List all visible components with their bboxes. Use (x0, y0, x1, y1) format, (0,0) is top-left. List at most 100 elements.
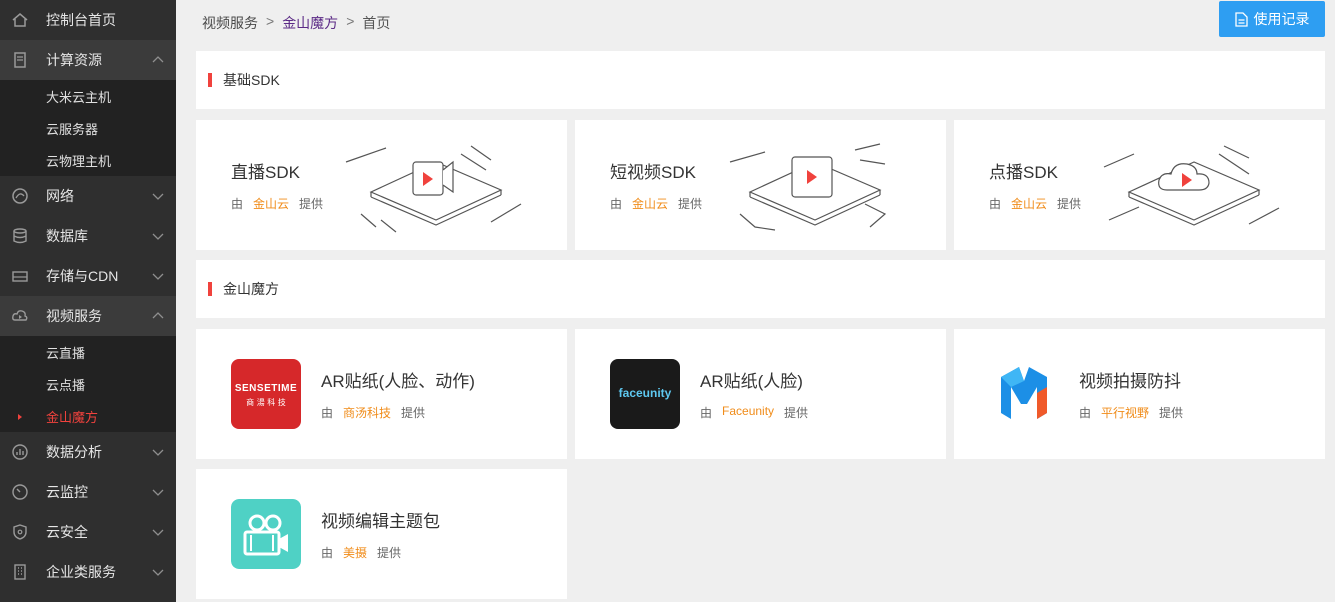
short-video-illustration-icon (729, 143, 887, 231)
storage-icon (12, 271, 28, 282)
breadcrumb-separator: > (346, 13, 355, 29)
card-provider: 由 Faceunity 提供 (700, 404, 809, 421)
sidebar-item-enterprise[interactable]: 企业类服务 (0, 552, 176, 592)
vendor-link[interactable]: 平行视野 (1101, 404, 1149, 421)
sidebar-item-label: 云安全 (46, 524, 88, 540)
sidebar-item-video[interactable]: 视频服务 (0, 296, 176, 336)
database-icon (13, 228, 27, 244)
chevron-up-icon (152, 56, 164, 63)
usage-record-label: 使用记录 (1253, 11, 1310, 27)
app-card-stabilization[interactable]: 视频拍摄防抖 由 平行视野 提供 (954, 329, 1325, 459)
card-title: 点播SDK (989, 163, 1058, 182)
live-camera-illustration-icon (345, 145, 522, 233)
breadcrumb-separator: > (266, 13, 275, 29)
chevron-down-icon (152, 489, 164, 496)
chevron-down-icon (152, 233, 164, 240)
sidebar-subitem-magic-cube[interactable]: 金山魔方 (0, 400, 176, 432)
sidebar-item-compute[interactable]: 计算资源 (0, 40, 176, 80)
vendor-link[interactable]: Faceunity (722, 404, 774, 421)
sidebar-item-network[interactable]: 网络 (0, 176, 176, 216)
card-provider: 由 美摄 提供 (321, 544, 402, 561)
breadcrumb-current: 首页 (362, 15, 391, 31)
sidebar-subitem-cloud-server[interactable]: 云服务器 (0, 112, 176, 144)
sidebar-item-label: 云监控 (46, 484, 88, 500)
video-submenu: 云直播 云点播 金山魔方 (0, 336, 176, 432)
vendor-link[interactable]: 美摄 (343, 544, 367, 561)
vendor-link[interactable]: 金山云 (1011, 195, 1047, 212)
chevron-down-icon (152, 449, 164, 456)
shield-icon (13, 524, 27, 540)
chevron-down-icon (152, 193, 164, 200)
card-title: 视频拍摄防抖 (1079, 372, 1181, 391)
movie-camera-logo-icon (231, 499, 301, 569)
sidebar-item-storage[interactable]: 存储与CDN (0, 256, 176, 296)
app-card-faceunity[interactable]: faceunity AR贴纸(人脸) 由 Faceunity 提供 (575, 329, 946, 459)
sidebar-item-label: 计算资源 (46, 52, 102, 68)
document-icon (1234, 11, 1248, 27)
monitor-icon (12, 484, 28, 500)
chevron-down-icon (152, 529, 164, 536)
chevron-down-icon (152, 273, 164, 280)
sidebar-item-security[interactable]: 云安全 (0, 512, 176, 552)
building-icon (14, 564, 26, 580)
vendor-link[interactable]: 金山云 (632, 195, 668, 212)
sidebar-item-database[interactable]: 数据库 (0, 216, 176, 256)
active-marker-icon (18, 414, 22, 420)
card-title: AR贴纸(人脸、动作) (321, 372, 475, 391)
sidebar-item-label: 视频服务 (46, 308, 102, 324)
sidebar-item-label: 网络 (46, 188, 74, 204)
sidebar-item-label: 企业类服务 (46, 564, 116, 580)
sidebar-subitem-vod[interactable]: 云点播 (0, 368, 176, 400)
card-provider: 由 金山云 提供 (231, 195, 324, 212)
usage-record-button[interactable]: 使用记录 (1219, 1, 1325, 37)
network-icon (12, 188, 28, 204)
card-provider: 由 金山云 提供 (610, 195, 703, 212)
section-marker (208, 73, 212, 87)
cloud-vod-illustration-icon (1103, 145, 1280, 226)
card-title: AR贴纸(人脸) (700, 372, 803, 391)
card-provider: 由 平行视野 提供 (1079, 404, 1184, 421)
app-card-theme-pack[interactable]: 视频编辑主题包 由 美摄 提供 (196, 469, 567, 599)
sidebar-subitem-physical-host[interactable]: 云物理主机 (0, 144, 176, 176)
sidebar-item-label: 数据分析 (46, 444, 102, 460)
card-title: 视频编辑主题包 (321, 512, 440, 531)
faceunity-logo: faceunity (610, 359, 680, 429)
chevron-up-icon (152, 312, 164, 319)
pingxing-m-logo-icon (1001, 367, 1047, 419)
sidebar-item-label: 存储与CDN (46, 268, 119, 284)
card-title: 短视频SDK (610, 163, 696, 182)
chevron-down-icon (152, 569, 164, 576)
home-icon (12, 13, 28, 27)
sidebar-subitem-dami-host[interactable]: 大米云主机 (0, 80, 176, 112)
vendor-link[interactable]: 商汤科技 (343, 404, 391, 421)
main-content: 视频服务 > 金山魔方 > 首页 使用记录 基础SDK 直播SDK 由 金山云 … (176, 0, 1335, 602)
sidebar-item-home[interactable]: 控制台首页 (0, 0, 176, 40)
app-card-sensetime[interactable]: SENSETIME 商 湯 科 技 AR贴纸(人脸、动作) 由 商汤科技 提供 (196, 329, 567, 459)
cloud-video-icon (12, 310, 28, 321)
compute-submenu: 大米云主机 云服务器 云物理主机 (0, 80, 176, 176)
card-provider: 由 商汤科技 提供 (321, 404, 426, 421)
section-title: 基础SDK (223, 72, 280, 88)
vendor-link[interactable]: 金山云 (253, 195, 289, 212)
server-icon (14, 52, 26, 68)
sdk-card-vod[interactable]: 点播SDK 由 金山云 提供 (954, 120, 1325, 250)
breadcrumb-video[interactable]: 视频服务 (202, 13, 258, 33)
section-marker (208, 282, 212, 296)
sdk-card-live[interactable]: 直播SDK 由 金山云 提供 (196, 120, 567, 250)
section-title: 金山魔方 (223, 281, 279, 297)
top-bar: 视频服务 > 金山魔方 > 首页 使用记录 (176, 0, 1335, 42)
sidebar-item-analytics[interactable]: 数据分析 (0, 432, 176, 472)
breadcrumb-magic-cube[interactable]: 金山魔方 (282, 13, 338, 33)
sensetime-logo: SENSETIME 商 湯 科 技 (231, 359, 301, 429)
sidebar-item-label: 控制台首页 (46, 12, 116, 28)
sidebar-subitem-live[interactable]: 云直播 (0, 336, 176, 368)
sidebar-item-monitor[interactable]: 云监控 (0, 472, 176, 512)
section-header-magic-cube: 金山魔方 (196, 260, 1325, 318)
breadcrumb: 视频服务 > 金山魔方 > 首页 (202, 13, 390, 33)
sdk-card-short-video[interactable]: 短视频SDK 由 金山云 提供 (575, 120, 946, 250)
section-header-sdk: 基础SDK (196, 51, 1325, 109)
card-title: 直播SDK (231, 163, 300, 182)
card-provider: 由 金山云 提供 (989, 195, 1082, 212)
analytics-icon (12, 444, 28, 460)
sidebar: 控制台首页 计算资源 大米云主机 云服务器 云物理主机 网络 数据库 存储与CD… (0, 0, 176, 602)
